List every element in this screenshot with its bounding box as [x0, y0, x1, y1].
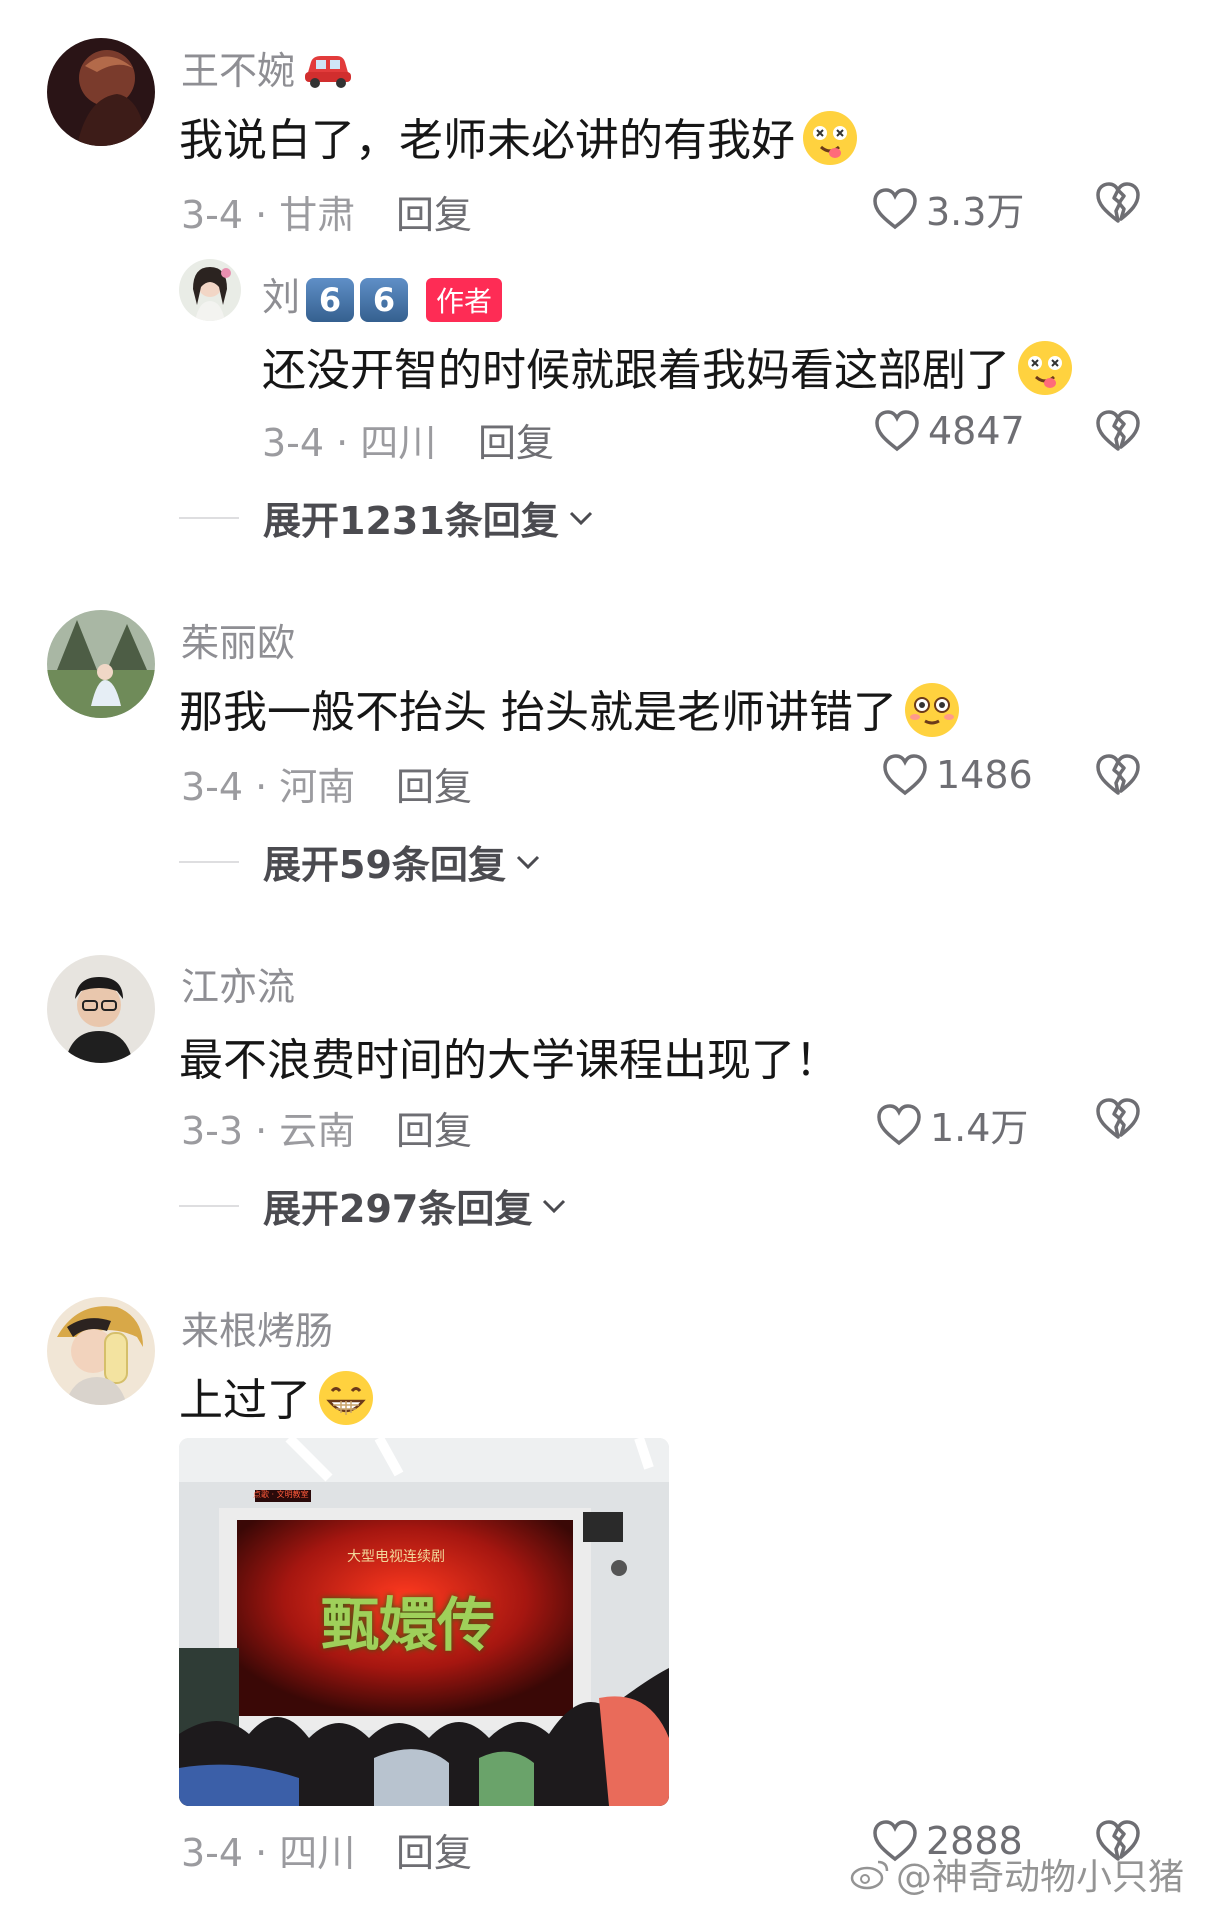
expand-replies-button[interactable]: 展开59条回复	[179, 834, 542, 889]
avatar[interactable]	[47, 38, 155, 146]
reply-text: 还没开智的时候就跟着我妈看这部剧了	[262, 334, 1074, 408]
chevron-down-icon	[569, 511, 592, 525]
expand-replies-button[interactable]: 展开1231条回复	[179, 490, 595, 545]
like-count: 1486	[936, 753, 1033, 797]
reply-button[interactable]: 回复	[396, 1822, 472, 1877]
show-title-banner: 大型电视连续剧	[347, 1549, 445, 1565]
badge: 6	[360, 277, 409, 322]
reply-button[interactable]: 回复	[478, 412, 554, 467]
grinning-face-icon	[317, 1369, 375, 1438]
flushed-face-icon	[903, 681, 961, 750]
like-count: 3.3万	[926, 190, 1025, 234]
dislike-button[interactable]	[1095, 753, 1141, 801]
led-sign: 点歌 · 文明教室	[253, 1490, 309, 1499]
divider	[179, 516, 239, 519]
comment-text: 最不浪费时间的大学课程出现了！	[179, 1035, 839, 1086]
reply-button[interactable]: 回复	[396, 756, 472, 811]
username[interactable]: 茱丽欧	[181, 612, 295, 667]
broken-heart-icon	[1096, 754, 1140, 795]
broken-heart-icon	[1096, 410, 1140, 451]
reply-button[interactable]: 回复	[396, 1100, 472, 1155]
like-button[interactable]: 1.4万	[876, 1097, 1028, 1152]
divider	[179, 860, 239, 863]
car-icon	[301, 50, 355, 97]
heart-icon	[883, 754, 927, 796]
username[interactable]: 刘 6 6 作者	[262, 266, 503, 322]
comment-meta: 3-4 · 四川	[181, 1831, 356, 1875]
heart-icon	[875, 410, 919, 452]
comment-meta: 3-4 · 甘肃	[181, 193, 356, 237]
drooling-face-icon	[801, 109, 859, 178]
comment-photo[interactable]: 点歌 · 文明教室 大型电视连续剧 甄嬛传	[179, 1438, 669, 1806]
chevron-down-icon	[516, 855, 539, 869]
weibo-logo-icon	[850, 1860, 889, 1890]
like-button[interactable]: 3.3万	[872, 181, 1024, 236]
comment-text: 那我一般不抬头 抬头就是老师讲错了	[179, 676, 961, 750]
like-button[interactable]: 4847	[874, 409, 1025, 453]
broken-heart-icon	[1096, 182, 1140, 223]
like-count: 4847	[928, 409, 1025, 453]
comment-meta: 3-4 · 河南	[181, 765, 356, 809]
reply-button[interactable]: 回复	[396, 184, 472, 239]
avatar[interactable]	[179, 259, 241, 321]
dislike-button[interactable]	[1095, 181, 1141, 229]
dislike-button[interactable]	[1095, 1097, 1141, 1145]
comment-text: 我说白了，老师未必讲的有我好	[179, 104, 859, 178]
drooling-face-icon	[1016, 339, 1074, 408]
comment-meta: 3-3 · 云南	[181, 1109, 356, 1153]
avatar[interactable]	[47, 955, 155, 1063]
like-button[interactable]: 1486	[882, 753, 1033, 797]
heart-icon	[877, 1103, 921, 1145]
username[interactable]: 王不婉	[181, 40, 355, 97]
divider	[179, 1204, 239, 1207]
broken-heart-icon	[1096, 1098, 1140, 1139]
heart-icon	[873, 187, 917, 229]
author-tag: 作者	[426, 277, 503, 322]
dislike-button[interactable]	[1095, 409, 1141, 457]
avatar[interactable]	[47, 610, 155, 718]
reply-meta: 3-4 · 四川	[262, 421, 437, 465]
watermark: @神奇动物小只猪	[850, 1848, 1184, 1900]
comment-text: 上过了	[179, 1364, 375, 1438]
show-title: 甄嬛传	[321, 1591, 496, 1659]
expand-replies-button[interactable]: 展开297条回复	[179, 1178, 568, 1233]
like-count: 1.4万	[930, 1106, 1029, 1150]
avatar[interactable]	[47, 1297, 155, 1405]
chevron-down-icon	[543, 1199, 566, 1213]
badge: 6	[306, 277, 355, 322]
username[interactable]: 来根烤肠	[181, 1300, 333, 1355]
username[interactable]: 江亦流	[181, 956, 295, 1011]
